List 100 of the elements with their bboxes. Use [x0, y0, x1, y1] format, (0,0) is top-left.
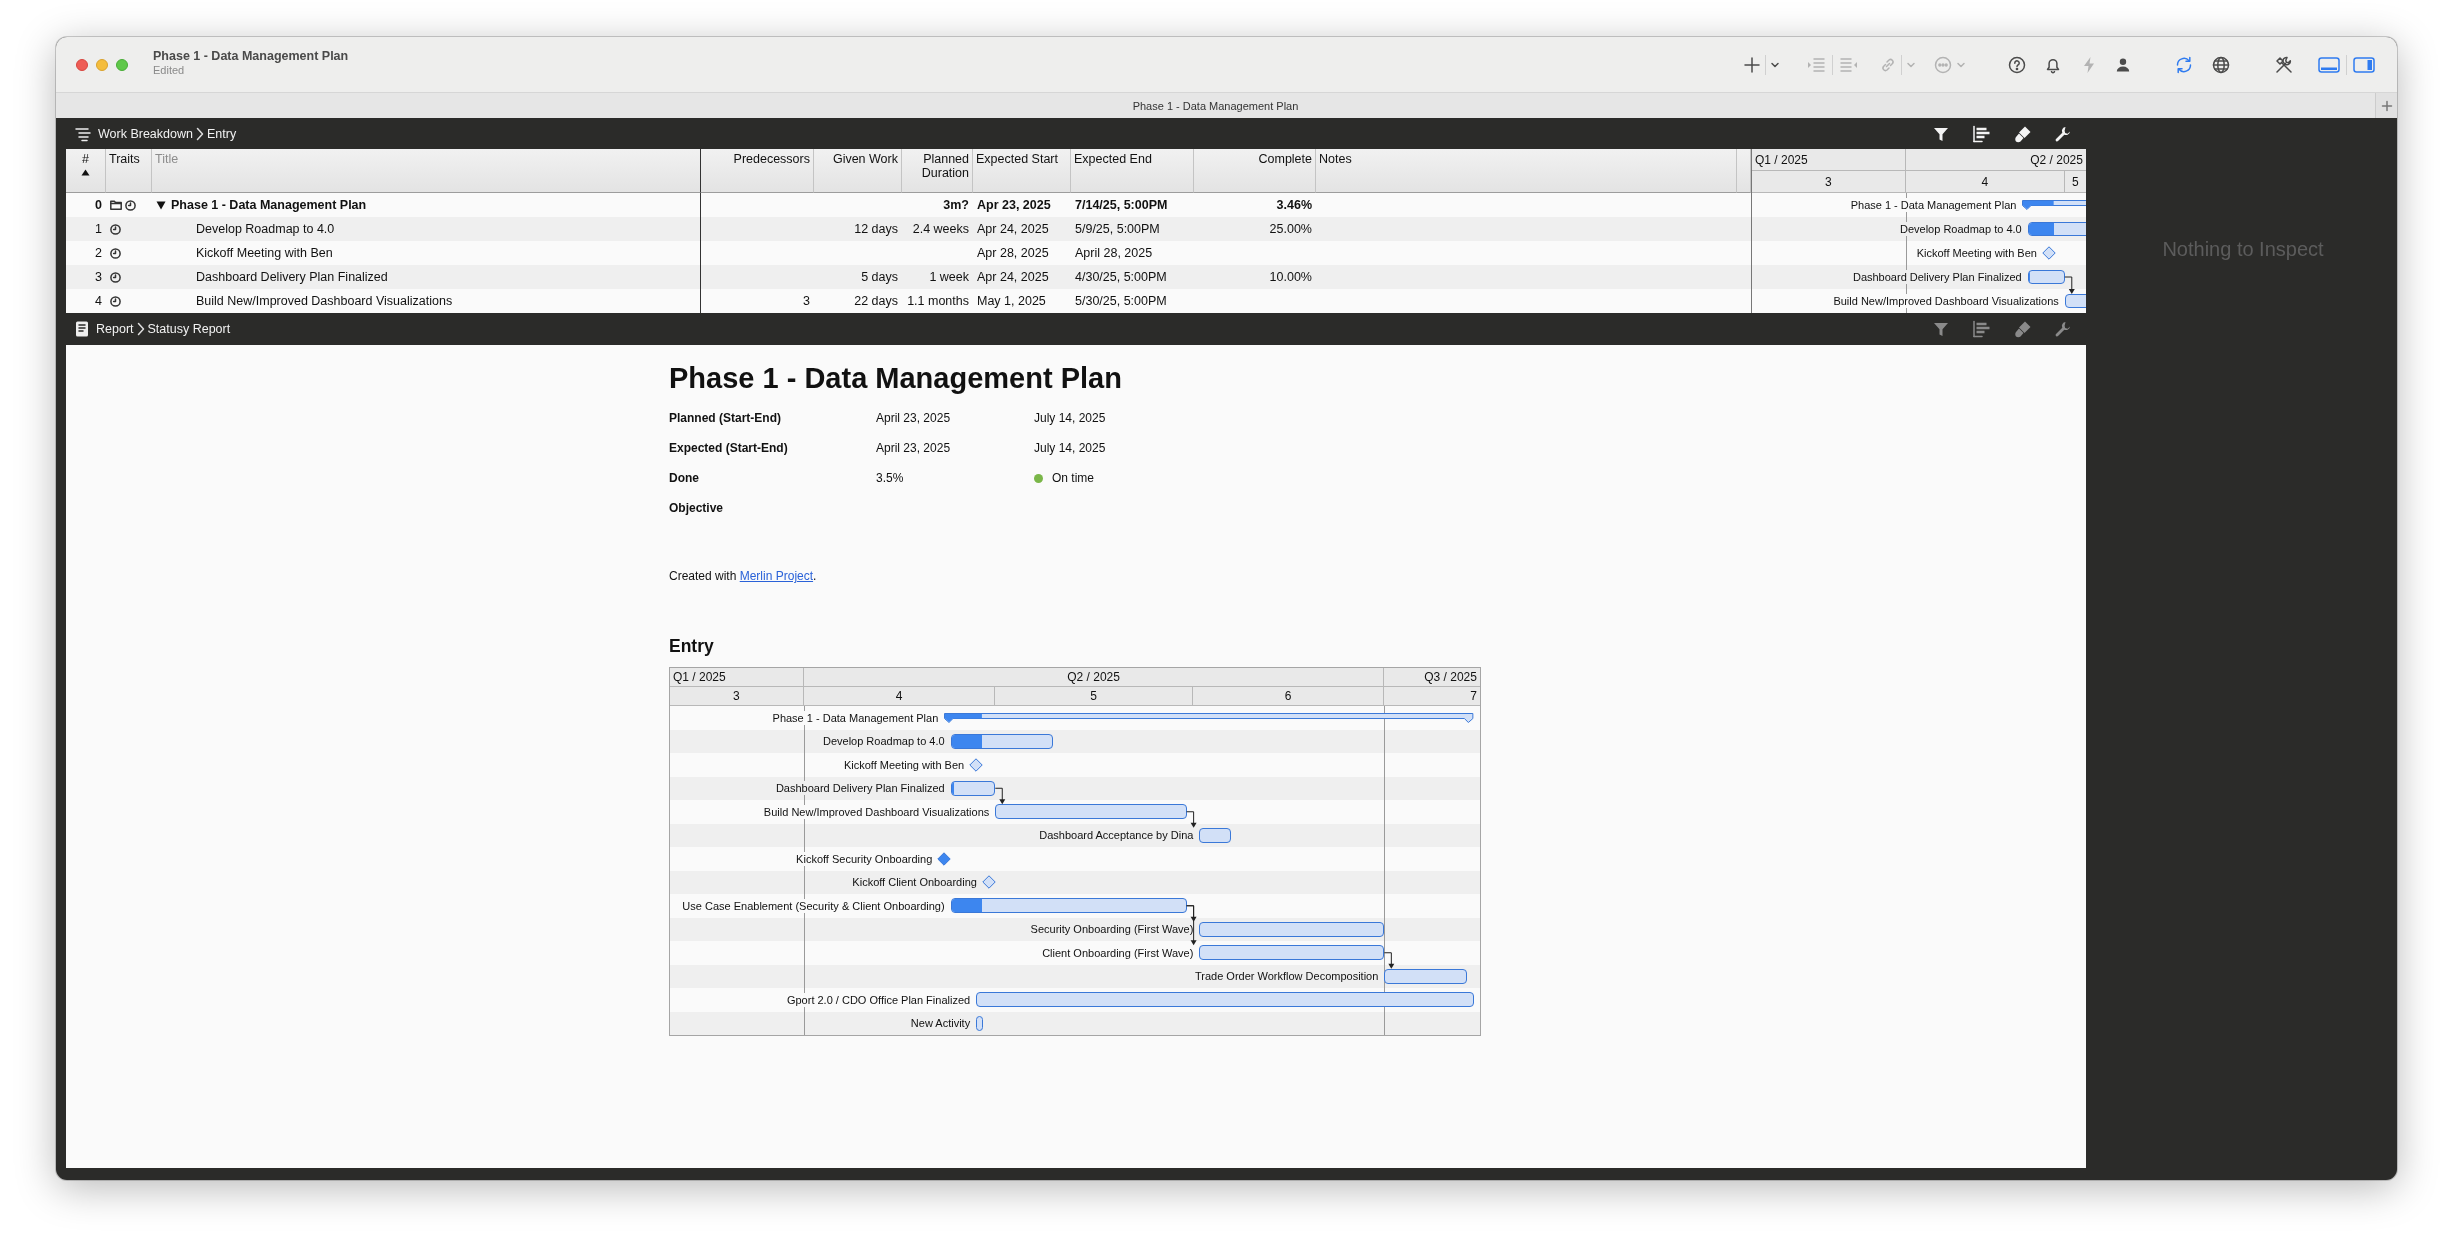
new-tab-button[interactable]	[2375, 93, 2397, 118]
column-header[interactable]: Complete	[1258, 152, 1312, 166]
month-header: 4	[1981, 174, 1989, 189]
field-value: July 14, 2025	[1034, 441, 1106, 455]
breadcrumb-item[interactable]: Statusy Report	[147, 322, 231, 336]
month-header: 4	[895, 689, 903, 703]
task-bar[interactable]	[995, 804, 1187, 820]
task-label: Build New/Improved Dashboard Visualizations	[1831, 294, 2059, 308]
task-label: Phase 1 - Data Management Plan	[1848, 198, 2017, 212]
help-icon[interactable]	[2007, 54, 2027, 75]
table-cell: 1.1 months	[907, 294, 969, 308]
table-cell: April 28, 2025	[1075, 246, 1153, 260]
task-title[interactable]: Dashboard Delivery Plan Finalized	[196, 270, 388, 284]
zoom-button[interactable]	[116, 58, 128, 71]
month-header: 6	[1284, 689, 1292, 703]
bottom-panel-icon[interactable]	[2317, 54, 2341, 75]
month-header: 3	[733, 689, 740, 703]
milestone-diamond[interactable]	[969, 757, 984, 772]
column-header[interactable]: Expected End	[1074, 152, 1190, 166]
task-label: New Activity	[908, 1016, 971, 1031]
column-header[interactable]: Predecessors	[733, 152, 810, 166]
row-number: 4	[95, 294, 102, 308]
breadcrumb-item[interactable]: Work Breakdown	[98, 126, 193, 141]
task-bar[interactable]	[950, 733, 1053, 749]
task-bar[interactable]	[950, 780, 996, 796]
clock-icon	[110, 247, 121, 259]
task-bar[interactable]	[1199, 827, 1232, 843]
table-cell: 5/9/25, 5:00PM	[1075, 222, 1160, 236]
field-label: Done	[669, 471, 700, 485]
task-label: Develop Roadmap to 4.0	[1898, 222, 2022, 236]
field-label: Objective	[669, 501, 725, 515]
field-label: Planned (Start-End)	[669, 411, 782, 425]
table-cell: 1 week	[929, 270, 969, 284]
month-header: 3	[1825, 174, 1832, 189]
task-title[interactable]: Phase 1 - Data Management Plan	[171, 198, 367, 212]
task-label: Security Onboarding (First Wave)	[1028, 922, 1194, 937]
task-label: Dashboard Acceptance by Dina	[1037, 828, 1194, 843]
milestone-diamond[interactable]	[2041, 246, 2056, 260]
section-heading: Entry	[669, 635, 715, 658]
globe-icon[interactable]	[2211, 54, 2231, 75]
task-label: Gport 2.0 / CDO Office Plan Finalized	[784, 992, 971, 1007]
task-label: Kickoff Meeting with Ben	[1914, 246, 2037, 260]
breadcrumb-item[interactable]: Report	[96, 322, 134, 336]
row-number: 3	[95, 270, 102, 284]
quarter-header: Q2 / 2025	[2030, 152, 2083, 167]
clock-icon	[110, 271, 121, 283]
breadcrumb-item[interactable]: Entry	[206, 126, 237, 141]
task-label: Dashboard Delivery Plan Finalized	[1850, 270, 2022, 284]
bars-icon[interactable]	[1971, 123, 1993, 144]
task-label: Kickoff Client Onboarding	[850, 875, 977, 890]
task-label: Develop Roadmap to 4.0	[820, 734, 945, 749]
table-cell: Apr 28, 2025	[977, 246, 1049, 260]
row-number: 1	[95, 222, 102, 236]
folder-icon	[110, 200, 122, 210]
window-tab[interactable]: Phase 1 - Data Management Plan	[1132, 99, 1299, 112]
side-panel-icon[interactable]	[2352, 54, 2376, 75]
milestone-diamond[interactable]	[981, 875, 996, 890]
column-header[interactable]: Expected Start	[976, 152, 1067, 166]
task-title[interactable]: Kickoff Meeting with Ben	[196, 246, 333, 260]
task-bar[interactable]	[950, 898, 1187, 914]
month-header: 5	[2072, 174, 2079, 189]
chevron-right-icon	[195, 126, 204, 141]
task-title[interactable]: Develop Roadmap to 4.0	[196, 222, 335, 236]
task-bar[interactable]	[976, 992, 1474, 1008]
column-header[interactable]: #	[82, 152, 89, 166]
task-label: Phase 1 - Data Management Plan	[770, 710, 939, 725]
field-label: Expected (Start-End)	[669, 441, 789, 455]
table-cell: 5 days	[861, 270, 898, 284]
task-label: Use Case Enablement (Security & Client Onboarding)	[680, 898, 945, 913]
credit-text: Created with Merlin Project.	[669, 568, 818, 585]
add-icon[interactable]	[1742, 54, 1762, 75]
task-bar[interactable]	[1199, 945, 1385, 961]
task-bar[interactable]	[1384, 968, 1468, 984]
quarter-header: Q1 / 2025	[673, 670, 726, 684]
task-label: Dashboard Delivery Plan Finalized	[773, 781, 945, 796]
report-icon	[74, 320, 90, 338]
close-button[interactable]	[76, 58, 88, 71]
task-bar[interactable]	[1199, 921, 1385, 937]
summary-bar[interactable]	[944, 712, 1474, 723]
chevron-right-icon	[136, 322, 145, 336]
report-title: Phase 1 - Data Management Plan	[669, 361, 1123, 396]
field-value: April 23, 2025	[876, 441, 951, 455]
disclosure-icon[interactable]	[156, 200, 166, 210]
column-header[interactable]: Planned Duration	[905, 152, 969, 180]
column-header[interactable]: Traits	[109, 152, 148, 166]
status-text: On time	[1052, 471, 1094, 485]
outline-icon	[74, 125, 92, 142]
table-cell: Apr 23, 2025	[977, 198, 1051, 212]
task-bar[interactable]	[2027, 270, 2065, 284]
row-number: 2	[95, 246, 102, 260]
table-cell: 4/30/25, 5:00PM	[1075, 270, 1167, 284]
task-bar[interactable]	[976, 1015, 983, 1031]
column-header[interactable]: Given Work	[832, 152, 898, 166]
milestone-diamond[interactable]	[937, 851, 952, 866]
task-label: Build New/Improved Dashboard Visualizations	[761, 804, 990, 819]
table-cell: Apr 24, 2025	[977, 270, 1049, 284]
column-header[interactable]: Notes	[1319, 152, 1733, 166]
quarter-header: Q2 / 2025	[1067, 670, 1120, 684]
clock-icon	[110, 223, 121, 235]
task-title[interactable]: Build New/Improved Dashboard Visualizations	[196, 294, 453, 308]
